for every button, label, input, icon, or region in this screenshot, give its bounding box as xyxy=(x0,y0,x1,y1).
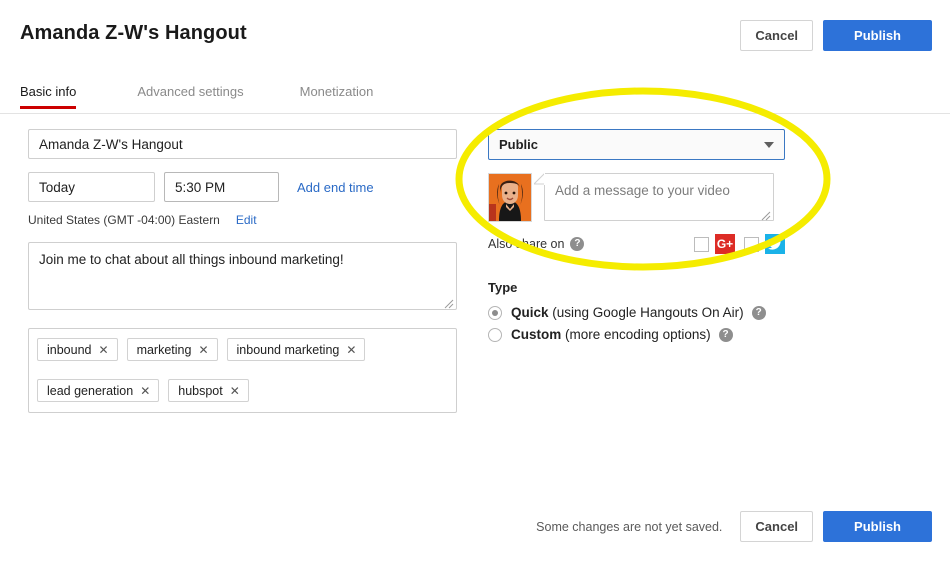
remove-tag-icon[interactable]: ✕ xyxy=(99,344,109,356)
date-time-row: Add end time xyxy=(28,172,457,202)
add-end-time-link[interactable]: Add end time xyxy=(297,180,374,195)
tag-label: marketing xyxy=(136,342,192,357)
type-option-quick-name: Quick xyxy=(511,305,549,320)
tab-divider xyxy=(0,113,950,114)
publish-button-top[interactable]: Publish xyxy=(823,20,932,51)
save-status-text: Some changes are not yet saved. xyxy=(536,519,723,534)
page-header: Amanda Z-W's Hangout Cancel Publish xyxy=(0,0,950,68)
remove-tag-icon[interactable]: ✕ xyxy=(198,344,208,356)
tag-chip[interactable]: inbound marketing ✕ xyxy=(226,338,366,361)
type-option-quick[interactable]: Quick (using Google Hangouts On Air) ? xyxy=(488,305,785,320)
type-option-custom-detail: (more encoding options) xyxy=(565,327,711,342)
footer-actions: Some changes are not yet saved. Cancel P… xyxy=(536,511,932,542)
message-placeholder: Add a message to your video xyxy=(555,183,730,198)
radio-custom-icon[interactable] xyxy=(488,327,502,342)
tag-label: inbound marketing xyxy=(236,342,340,357)
edit-timezone-link[interactable]: Edit xyxy=(236,213,257,227)
twitter-checkbox[interactable] xyxy=(744,236,759,252)
tab-list: Basic info Advanced settings Monetizatio… xyxy=(20,80,373,109)
remove-tag-icon[interactable]: ✕ xyxy=(140,385,150,397)
google-plus-checkbox[interactable] xyxy=(694,236,709,252)
remove-tag-icon[interactable]: ✕ xyxy=(230,385,240,397)
message-row: Add a message to your video xyxy=(488,173,785,222)
type-option-quick-detail: (using Google Hangouts On Air) xyxy=(552,305,744,320)
type-option-custom[interactable]: Custom (more encoding options) ? xyxy=(488,327,785,342)
share-icons-group: G+ xyxy=(694,234,785,254)
type-option-quick-label: Quick (using Google Hangouts On Air) xyxy=(511,305,744,320)
tag-label: inbound xyxy=(47,342,92,357)
privacy-select[interactable]: Public xyxy=(488,129,785,160)
tab-monetization[interactable]: Monetization xyxy=(300,80,374,109)
help-icon-share[interactable]: ? xyxy=(570,237,585,251)
timezone-row: United States (GMT -04:00) Eastern Edit xyxy=(28,213,457,227)
resize-handle-icon[interactable] xyxy=(444,296,454,309)
publish-button-bottom[interactable]: Publish xyxy=(823,511,932,542)
tag-chip[interactable]: lead generation ✕ xyxy=(37,379,160,402)
type-option-custom-label: Custom (more encoding options) xyxy=(511,327,711,342)
tag-label: hubspot xyxy=(178,383,223,398)
help-icon-custom[interactable]: ? xyxy=(718,327,733,342)
type-section: Type Quick (using Google Hangouts On Air… xyxy=(488,280,785,342)
tab-bar: Basic info Advanced settings Monetizatio… xyxy=(0,80,950,115)
message-bubble[interactable]: Add a message to your video xyxy=(534,173,774,221)
description-wrapper xyxy=(28,242,457,310)
chevron-down-icon xyxy=(764,141,774,148)
bubble-tail-icon xyxy=(534,173,545,186)
tab-basic-info[interactable]: Basic info xyxy=(20,80,77,109)
description-textarea[interactable] xyxy=(28,242,457,310)
hangout-title-input[interactable] xyxy=(28,129,457,159)
page-footer: Some changes are not yet saved. Cancel P… xyxy=(0,495,950,565)
remove-tag-icon[interactable]: ✕ xyxy=(346,344,356,356)
start-time-input[interactable] xyxy=(164,172,279,202)
google-plus-icon[interactable]: G+ xyxy=(715,234,735,254)
radio-quick-icon[interactable] xyxy=(488,305,502,320)
share-row: Also share on ? G+ xyxy=(488,233,785,255)
tag-label: lead generation xyxy=(47,383,134,398)
tag-chip[interactable]: inbound ✕ xyxy=(37,338,118,361)
tag-chip[interactable]: hubspot ✕ xyxy=(168,379,249,402)
basic-info-right-column: Public Add a message to your video Also … xyxy=(488,129,785,349)
basic-info-left-column: Add end time United States (GMT -04:00) … xyxy=(28,129,457,413)
tags-container[interactable]: inbound ✕ marketing ✕ inbound marketing … xyxy=(28,328,457,413)
start-date-input[interactable] xyxy=(28,172,155,202)
tab-advanced-settings[interactable]: Advanced settings xyxy=(137,80,243,109)
twitter-icon[interactable] xyxy=(765,234,785,254)
header-actions: Cancel Publish xyxy=(740,20,932,51)
type-option-custom-name: Custom xyxy=(511,327,562,342)
type-section-title: Type xyxy=(488,280,518,295)
share-label: Also share on xyxy=(488,237,565,251)
help-icon-quick[interactable]: ? xyxy=(751,305,766,320)
page-title: Amanda Z-W's Hangout xyxy=(20,22,247,44)
avatar xyxy=(488,173,532,222)
tag-chip[interactable]: marketing ✕ xyxy=(126,338,218,361)
cancel-button-top[interactable]: Cancel xyxy=(740,20,814,51)
cancel-button-bottom[interactable]: Cancel xyxy=(740,511,814,542)
privacy-selected-value: Public xyxy=(499,137,539,152)
timezone-text: United States (GMT -04:00) Eastern xyxy=(28,213,220,227)
resize-handle-icon[interactable] xyxy=(761,208,771,221)
